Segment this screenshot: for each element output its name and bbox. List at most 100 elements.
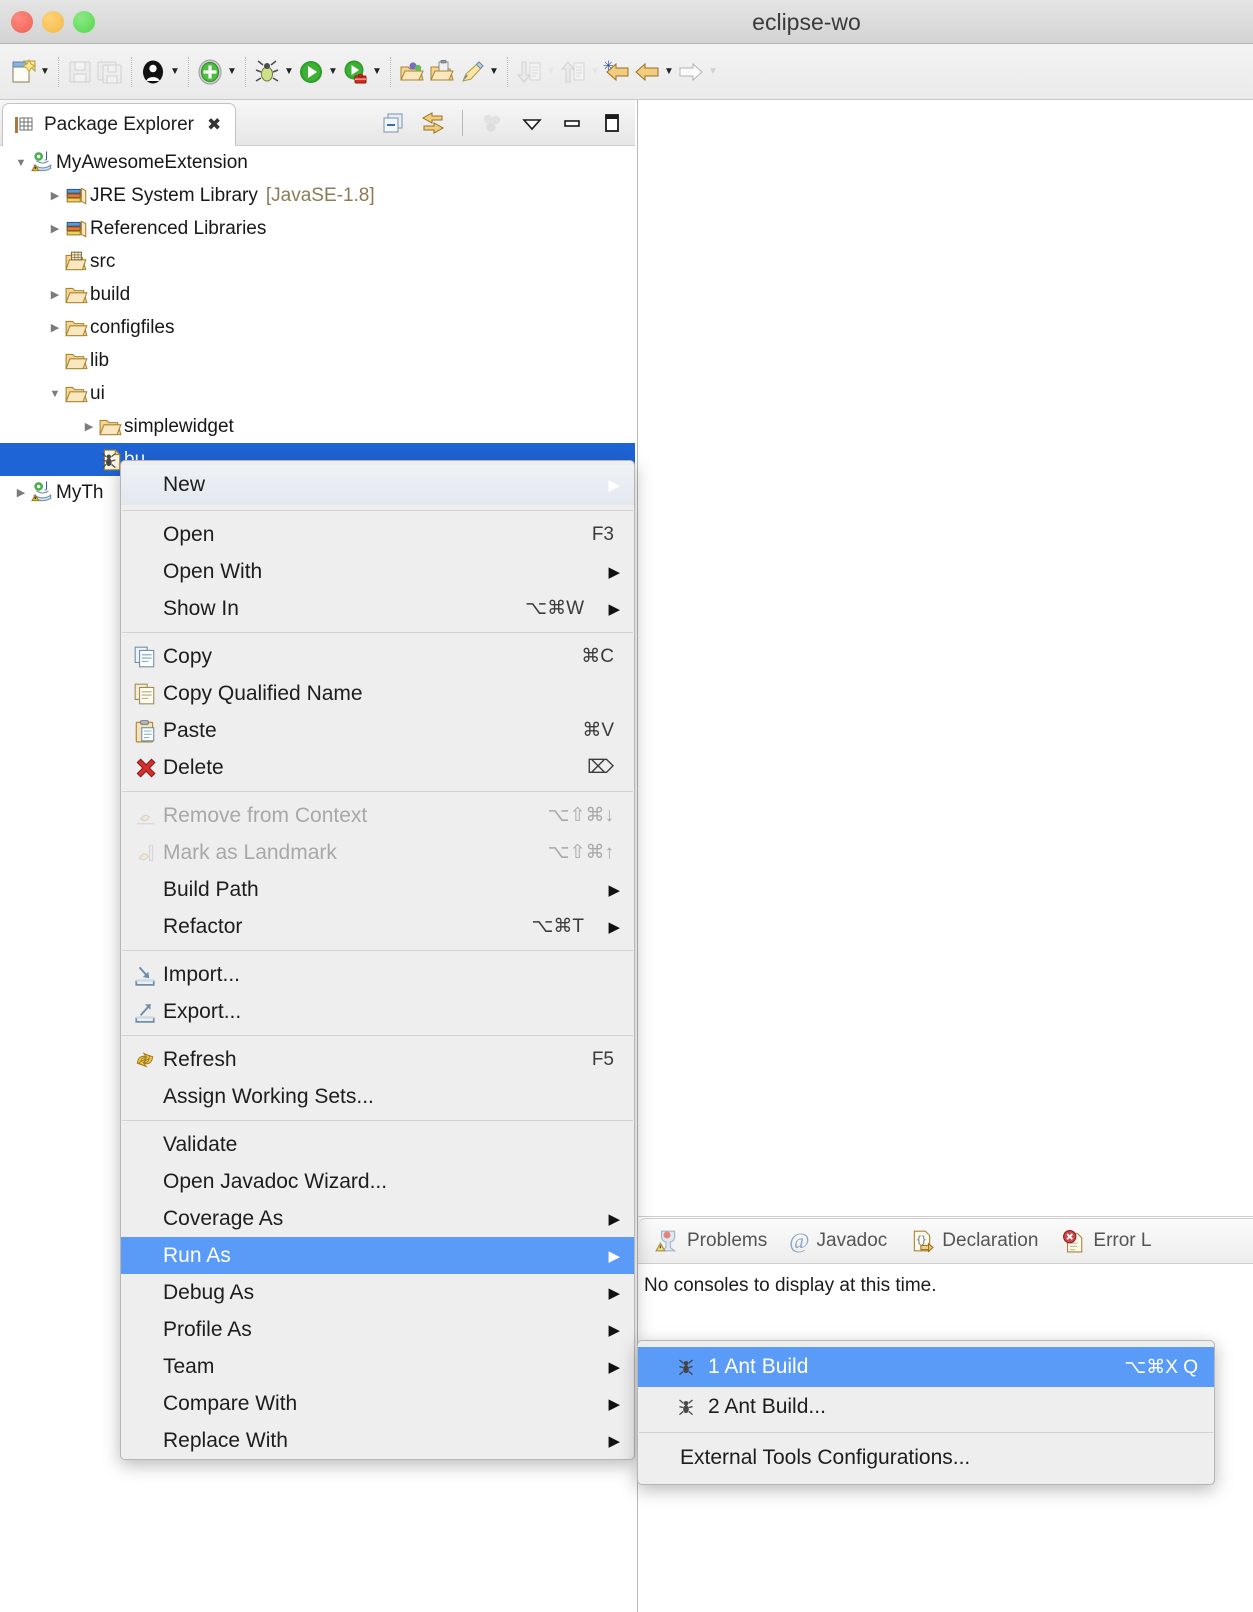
- chevron-down-icon[interactable]: ▼: [282, 57, 296, 87]
- toolbar-last-edit-location-button[interactable]: ✳: [602, 50, 632, 94]
- menu-item-copy[interactable]: Copy ⌘C: [121, 638, 634, 675]
- tree-item[interactable]: ▶ Referenced Libraries: [0, 212, 635, 245]
- tree-item-label: simplewidget: [124, 415, 234, 437]
- chevron-down-icon[interactable]: ▼: [588, 57, 602, 87]
- tree-item[interactable]: ▼ J MyAwesomeExtension: [0, 146, 635, 179]
- chevron-down-icon[interactable]: ▼: [487, 57, 501, 87]
- menu-item-import[interactable]: Import...: [121, 956, 634, 993]
- menu-item-shortcut: ⌦: [587, 757, 614, 778]
- menu-item-build-path[interactable]: Build Path ▶: [121, 871, 634, 908]
- menu-item-team[interactable]: Team ▶: [121, 1348, 634, 1385]
- menu-item-shortcut: ⌥⇧⌘↓: [547, 805, 614, 826]
- menu-item-compare-with[interactable]: Compare With ▶: [121, 1385, 634, 1422]
- submenu-item-1-ant-build[interactable]: 1 Ant Build ⌥⌘X Q: [638, 1347, 1214, 1387]
- export-icon: [133, 1000, 157, 1024]
- close-icon[interactable]: ✖: [207, 115, 221, 135]
- menu-item-copy-qualified-name[interactable]: Copy Qualified Name: [121, 675, 634, 712]
- context-menu[interactable]: New ▶ Open F3 Open With ▶ Show In ⌥⌘W ▶ Copy ⌘C Cop…: [120, 460, 635, 1460]
- menu-item-open[interactable]: Open F3: [121, 516, 634, 553]
- twisty-expanded-icon[interactable]: ▼: [12, 157, 30, 169]
- tree-item[interactable]: ▶ configfiles: [0, 311, 635, 344]
- toolbar-next-annotation-dropdown[interactable]: ▼: [514, 50, 558, 94]
- menu-item-profile-as[interactable]: Profile As ▶: [121, 1311, 634, 1348]
- menu-item-label: Validate: [163, 1132, 238, 1156]
- focus-on-active-task-icon[interactable]: [479, 110, 505, 136]
- toolbar-previous-annotation-dropdown[interactable]: ▼: [558, 50, 602, 94]
- menu-item-debug-as[interactable]: Debug As ▶: [121, 1274, 634, 1311]
- twisty-collapsed-icon[interactable]: ▶: [46, 288, 64, 301]
- menu-item-label: Team: [163, 1354, 215, 1378]
- tree-item[interactable]: src: [0, 245, 635, 278]
- chevron-down-icon[interactable]: ▼: [168, 57, 182, 87]
- copy-icon: [133, 645, 157, 669]
- menu-item-open-with[interactable]: Open With ▶: [121, 553, 634, 590]
- project-tree[interactable]: ▼ J MyAwesomeExtension ▶ JRE System Library […: [0, 146, 635, 509]
- tree-item[interactable]: ▶ simplewidget: [0, 410, 635, 443]
- toolbar-new-element-dropdown[interactable]: ▼: [195, 50, 239, 94]
- toolbar-save-button[interactable]: [65, 50, 95, 94]
- submenu-item-2-ant-build[interactable]: 2 Ant Build...: [638, 1387, 1214, 1427]
- menu-item-coverage-as[interactable]: Coverage As ▶: [121, 1200, 634, 1237]
- tab-package-explorer[interactable]: Package Explorer ✖: [2, 103, 237, 146]
- console-tab-declaration[interactable]: {} Declaration: [901, 1219, 1046, 1263]
- twisty-collapsed-icon[interactable]: ▶: [12, 486, 30, 499]
- menu-item-refactor[interactable]: Refactor ⌥⌘T ▶: [121, 908, 634, 945]
- toolbar-run-dropdown[interactable]: ▼: [296, 50, 340, 94]
- chevron-down-icon[interactable]: ▼: [225, 57, 239, 87]
- menu-item-delete[interactable]: Delete ⌦: [121, 749, 634, 786]
- link-with-editor-icon[interactable]: [420, 110, 446, 136]
- menu-item-refresh[interactable]: Refresh F5: [121, 1041, 634, 1078]
- menu-item-show-in[interactable]: Show In ⌥⌘W ▶: [121, 590, 634, 627]
- minimize-icon[interactable]: [559, 110, 585, 136]
- twisty-collapsed-icon[interactable]: ▶: [46, 189, 64, 202]
- menu-item-run-as[interactable]: Run As ▶: [121, 1237, 634, 1274]
- chevron-down-icon[interactable]: ▼: [544, 57, 558, 87]
- toolbar-external-tools-dropdown[interactable]: ▼: [340, 50, 384, 94]
- twisty-collapsed-icon[interactable]: ▶: [46, 321, 64, 334]
- twisty-collapsed-icon[interactable]: ▶: [80, 420, 98, 433]
- tree-item[interactable]: ▼ ui: [0, 377, 635, 410]
- view-menu-icon[interactable]: [519, 110, 545, 136]
- menu-item-replace-with[interactable]: Replace With ▶: [121, 1422, 634, 1459]
- menu-item-label: Delete: [163, 755, 224, 779]
- console-tab-javadoc[interactable]: @ Javadoc: [781, 1219, 895, 1263]
- toolbar-person-dropdown[interactable]: ▼: [138, 50, 182, 94]
- menu-item-open-javadoc-wizard[interactable]: Open Javadoc Wizard...: [121, 1163, 634, 1200]
- toolbar-open-task-button[interactable]: [427, 50, 457, 94]
- menu-item-paste[interactable]: Paste ⌘V: [121, 712, 634, 749]
- chevron-down-icon[interactable]: ▼: [326, 57, 340, 87]
- tree-item[interactable]: lib: [0, 344, 635, 377]
- chevron-down-icon[interactable]: ▼: [706, 57, 720, 87]
- toolbar-separator: [507, 56, 508, 87]
- menu-item-export[interactable]: Export...: [121, 993, 634, 1030]
- toolbar-search-pen-dropdown[interactable]: ▼: [457, 50, 501, 94]
- toolbar-save-all-button[interactable]: [95, 50, 125, 94]
- chevron-down-icon[interactable]: ▼: [662, 57, 676, 87]
- submenu-item-external-tools-configurations[interactable]: External Tools Configurations...: [638, 1438, 1214, 1478]
- run-as-submenu[interactable]: 1 Ant Build ⌥⌘X Q 2 Ant Build... External T…: [637, 1340, 1215, 1485]
- back-star-icon: ✳: [602, 57, 632, 87]
- collapse-all-icon[interactable]: [380, 110, 406, 136]
- menu-item-validate[interactable]: Validate: [121, 1126, 634, 1163]
- toolbar-open-type-button[interactable]: [397, 50, 427, 94]
- maximize-icon[interactable]: [599, 110, 625, 136]
- back-arrow-icon: [632, 57, 662, 87]
- problems-icon: [654, 1229, 680, 1253]
- submenu-arrow-icon: ▶: [608, 1247, 620, 1265]
- toolbar-back-dropdown[interactable]: ▼: [632, 50, 676, 94]
- tree-item[interactable]: ▶ build: [0, 278, 635, 311]
- chevron-down-icon[interactable]: ▼: [370, 57, 384, 87]
- menu-item-label: Build Path: [163, 877, 259, 901]
- toolbar-forward-dropdown[interactable]: ▼: [676, 50, 720, 94]
- twisty-collapsed-icon[interactable]: ▶: [46, 222, 64, 235]
- chevron-down-icon[interactable]: ▼: [38, 57, 52, 87]
- console-tabbar[interactable]: Problems @ Javadoc {} Declaration Error L: [638, 1218, 1253, 1264]
- console-tab-error-l[interactable]: Error L: [1052, 1219, 1159, 1263]
- toolbar-new-wizard-dropdown[interactable]: ▼: [8, 50, 52, 94]
- menu-item-assign-working-sets[interactable]: Assign Working Sets...: [121, 1078, 634, 1115]
- tree-item[interactable]: ▶ JRE System Library [JavaSE-1.8]: [0, 179, 635, 212]
- twisty-expanded-icon[interactable]: ▼: [46, 388, 64, 400]
- console-tab-problems[interactable]: Problems: [646, 1219, 775, 1263]
- menu-item-new[interactable]: New ▶: [121, 465, 634, 505]
- toolbar-debug-dropdown[interactable]: ▼: [252, 50, 296, 94]
